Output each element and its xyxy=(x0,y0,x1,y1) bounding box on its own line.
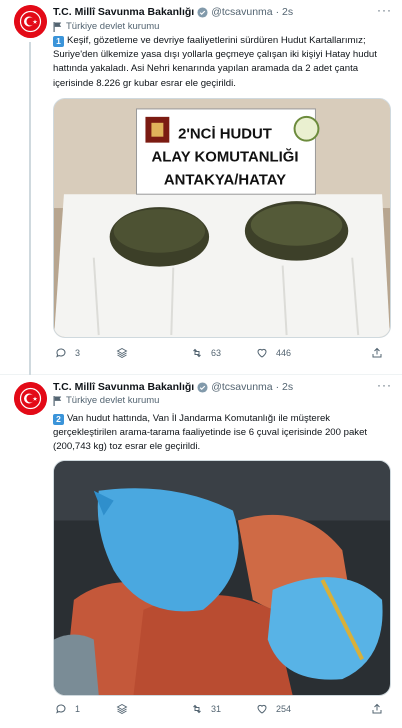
photo-seized-sacks xyxy=(54,461,390,695)
tweet-photo[interactable] xyxy=(53,460,391,696)
author-name[interactable]: T.C. Millî Savunma Bakanlığı xyxy=(53,381,194,393)
like-count: 446 xyxy=(276,348,292,358)
share-button[interactable] xyxy=(371,347,391,359)
reply-count: 1 xyxy=(75,704,81,714)
government-label: Türkiye devlet kurumu xyxy=(53,21,159,32)
like-icon xyxy=(257,704,267,714)
government-label: Türkiye devlet kurumu xyxy=(53,395,159,406)
reply-icon xyxy=(56,704,66,714)
retweet-count: 31 xyxy=(211,704,222,714)
reply-count: 3 xyxy=(75,348,81,358)
stack-button[interactable] xyxy=(116,703,136,715)
sign-line-2: ALAY KOMUTANLIĞI xyxy=(151,147,298,165)
share-icon xyxy=(372,347,382,358)
stack-button[interactable] xyxy=(116,347,136,359)
tweet-photo[interactable]: 2'NCİ HUDUT ALAY KOMUTANLIĞI ANTAKYA/HAT… xyxy=(53,98,391,338)
tweet-text: 1 Keşif, gözetleme ve devriye faaliyetler… xyxy=(53,34,391,91)
tweet-text: 2 Van hudut hattında, Van İl Jandarma Kom… xyxy=(53,412,391,455)
stack-icon xyxy=(116,347,128,359)
tweet-actions: 1 31 254 xyxy=(53,703,391,719)
government-flag-icon xyxy=(53,21,62,32)
retweet-icon xyxy=(193,348,201,358)
photo-seized-cannabis: 2'NCİ HUDUT ALAY KOMUTANLIĞI ANTAKYA/HAT… xyxy=(54,99,390,337)
stack-icon xyxy=(116,703,128,715)
tweet-body: Keşif, gözetleme ve devriye faaliyetleri… xyxy=(53,35,377,89)
tweet-actions: 3 63 446 xyxy=(53,347,391,363)
like-button[interactable]: 254 xyxy=(256,703,291,715)
government-label-text: Türkiye devlet kurumu xyxy=(66,21,160,32)
author-handle[interactable]: @tcsavunma xyxy=(211,6,272,18)
reply-button[interactable]: 3 xyxy=(55,347,80,359)
thread-line xyxy=(29,42,31,375)
msb-emblem-icon xyxy=(14,382,47,415)
verified-badge-icon xyxy=(197,381,208,393)
sign-line-1: 2'NCİ HUDUT xyxy=(178,126,272,143)
retweet-count: 63 xyxy=(211,348,222,358)
government-flag-icon xyxy=(53,395,62,406)
more-icon[interactable]: ··· xyxy=(377,3,392,17)
tweet-body: Van hudut hattında, Van İl Jandarma Komu… xyxy=(53,413,368,453)
avatar[interactable] xyxy=(14,5,47,38)
verified-badge-icon xyxy=(197,6,208,18)
timestamp[interactable]: · 2s xyxy=(276,6,294,18)
avatar[interactable] xyxy=(14,382,47,415)
sign-line-3: ANTAKYA/HATAY xyxy=(164,172,286,188)
reply-icon xyxy=(56,348,66,358)
tweet-header: T.C. Millî Savunma Bakanlığı @tcsavunma … xyxy=(53,3,392,21)
share-icon xyxy=(372,703,382,714)
government-label-text: Türkiye devlet kurumu xyxy=(66,395,160,406)
tweet-1[interactable]: T.C. Millî Savunma Bakanlığı @tcsavunma … xyxy=(0,0,402,375)
timestamp[interactable]: · 2s xyxy=(276,381,294,393)
like-icon xyxy=(257,348,267,358)
tweet-2[interactable]: T.C. Millî Savunma Bakanlığı @tcsavunma … xyxy=(0,375,402,728)
retweet-icon xyxy=(193,704,201,714)
msb-emblem-icon xyxy=(14,5,47,38)
more-icon[interactable]: ··· xyxy=(377,378,392,392)
reply-button[interactable]: 1 xyxy=(55,703,80,715)
like-button[interactable]: 446 xyxy=(256,347,291,359)
tweet-header: T.C. Millî Savunma Bakanlığı @tcsavunma … xyxy=(53,378,392,396)
like-count: 254 xyxy=(276,704,292,714)
keycap-number: 1 xyxy=(53,36,64,47)
share-button[interactable] xyxy=(371,703,391,715)
author-name[interactable]: T.C. Millî Savunma Bakanlığı xyxy=(53,6,194,18)
author-handle[interactable]: @tcsavunma xyxy=(211,381,272,393)
keycap-number: 2 xyxy=(53,414,64,425)
retweet-button[interactable]: 31 xyxy=(191,703,221,715)
retweet-button[interactable]: 63 xyxy=(191,347,221,359)
